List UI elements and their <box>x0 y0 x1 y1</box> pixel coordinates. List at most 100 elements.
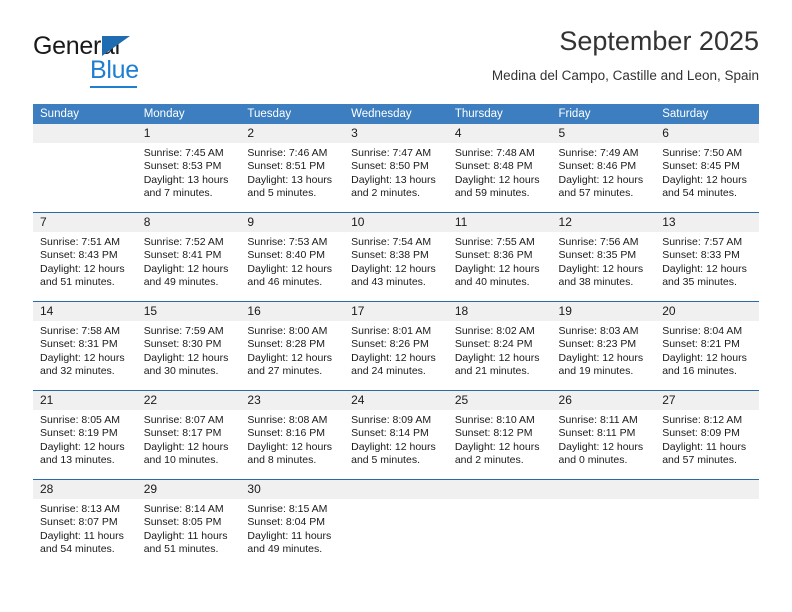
calendar-week-row: 14 Sunrise: 7:58 AM Sunset: 8:31 PM Dayligh… <box>33 301 759 391</box>
day-number: 6 <box>655 124 759 143</box>
day-detail-line: Sunset: 8:14 PM <box>351 427 429 440</box>
day-detail-line: and 32 minutes. <box>40 365 115 378</box>
day-cell-inner: 3 Sunrise: 7:47 AM Sunset: 8:50 PM Daylight… <box>344 124 448 212</box>
calendar-day-cell[interactable]: 23 Sunrise: 8:08 AM Sunset: 8:16 PM Dayligh… <box>240 390 345 480</box>
day-cell-inner: 21 Sunrise: 8:05 AM Sunset: 8:19 PM Dayligh… <box>33 391 137 479</box>
calendar-day-cell[interactable]: 10 Sunrise: 7:54 AM Sunset: 8:38 PM Dayligh… <box>344 212 448 302</box>
day-detail-line: Sunset: 8:38 PM <box>351 249 429 262</box>
day-detail-line: and 16 minutes. <box>662 365 737 378</box>
day-detail-line: Daylight: 12 hours <box>351 351 436 364</box>
calendar-day-cell[interactable]: 22 Sunrise: 8:07 AM Sunset: 8:17 PM Dayligh… <box>136 390 241 480</box>
day-detail-line: Sunset: 8:50 PM <box>351 160 429 173</box>
day-detail-line: Sunrise: 7:49 AM <box>558 147 639 159</box>
calendar-day-cell[interactable]: 20 Sunrise: 8:04 AM Sunset: 8:21 PM Dayligh… <box>655 301 759 391</box>
day-detail-line: and 10 minutes. <box>143 454 219 467</box>
calendar-day-cell[interactable]: 13 Sunrise: 7:57 AM Sunset: 8:33 PM Dayligh… <box>655 212 759 302</box>
calendar-day-cell[interactable]: 19 Sunrise: 8:03 AM Sunset: 8:23 PM Dayligh… <box>551 301 656 391</box>
day-detail-line: Sunset: 8:17 PM <box>143 427 222 440</box>
day-detail-line: Daylight: 12 hours <box>454 440 540 453</box>
day-details: Sunrise: 8:02 AM Sunset: 8:24 PM Daylight:… <box>448 321 552 379</box>
day-cell-inner: 9 Sunrise: 7:53 AM Sunset: 8:40 PM Daylight… <box>240 213 345 301</box>
calendar-day-cell[interactable]: 21 Sunrise: 8:05 AM Sunset: 8:19 PM Dayligh… <box>33 390 137 480</box>
day-details: Sunrise: 8:04 AM Sunset: 8:21 PM Daylight:… <box>655 321 759 379</box>
weekday-header-monday: Monday <box>136 104 241 124</box>
calendar-day-cell[interactable]: 4 Sunrise: 7:48 AM Sunset: 8:48 PM Daylight… <box>447 124 552 213</box>
day-number: 24 <box>344 391 448 410</box>
day-detail-line: Daylight: 11 hours <box>247 529 332 542</box>
day-detail-line: Sunrise: 8:10 AM <box>454 414 535 426</box>
day-detail-line: and 49 minutes. <box>247 543 323 556</box>
day-number: 29 <box>136 480 241 499</box>
day-cell-inner: 30 Sunrise: 8:15 AM Sunset: 8:04 PM Dayligh… <box>240 480 345 568</box>
generalblue-logo[interactable]: General Blue <box>33 32 263 88</box>
day-detail-line: and 40 minutes. <box>454 276 530 289</box>
calendar-day-cell[interactable]: 6 Sunrise: 7:50 AM Sunset: 8:45 PM Daylight… <box>655 124 759 213</box>
calendar-day-cell[interactable]: 9 Sunrise: 7:53 AM Sunset: 8:40 PM Daylight… <box>240 212 345 302</box>
day-number: 7 <box>33 213 137 232</box>
day-details: Sunrise: 7:49 AM Sunset: 8:46 PM Daylight:… <box>552 143 656 201</box>
day-detail-line: Sunset: 8:46 PM <box>558 160 637 173</box>
day-detail-line: Sunset: 8:51 PM <box>247 160 326 173</box>
day-detail-line: Daylight: 12 hours <box>558 351 644 364</box>
calendar-day-cell[interactable]: 28 Sunrise: 8:13 AM Sunset: 8:07 PM Dayligh… <box>33 479 137 568</box>
day-details: Sunrise: 7:59 AM Sunset: 8:30 PM Daylight:… <box>137 321 241 379</box>
day-detail-line: Sunset: 8:11 PM <box>558 427 636 440</box>
day-detail-line: Daylight: 12 hours <box>662 351 747 364</box>
calendar-day-cell[interactable]: 14 Sunrise: 7:58 AM Sunset: 8:31 PM Dayligh… <box>33 301 137 391</box>
day-cell-inner: 26 Sunrise: 8:11 AM Sunset: 8:11 PM Dayligh… <box>551 391 656 479</box>
day-detail-line: and 59 minutes. <box>454 187 530 200</box>
day-detail-line: Daylight: 12 hours <box>247 351 333 364</box>
day-detail-line: Daylight: 12 hours <box>143 440 229 453</box>
calendar-day-cell[interactable]: 12 Sunrise: 7:56 AM Sunset: 8:35 PM Dayligh… <box>551 212 656 302</box>
calendar-day-cell[interactable]: 11 Sunrise: 7:55 AM Sunset: 8:36 PM Dayligh… <box>447 212 552 302</box>
day-detail-line: Sunrise: 8:11 AM <box>558 414 638 426</box>
day-detail-line: Sunrise: 7:57 AM <box>662 236 743 248</box>
day-number: 28 <box>33 480 137 499</box>
calendar-day-cell[interactable]: 30 Sunrise: 8:15 AM Sunset: 8:04 PM Dayligh… <box>240 479 345 568</box>
day-cell-inner <box>655 480 759 568</box>
day-detail-line: Sunrise: 7:58 AM <box>40 325 120 337</box>
calendar-day-cell[interactable]: 8 Sunrise: 7:52 AM Sunset: 8:41 PM Daylight… <box>136 212 241 302</box>
day-number: 11 <box>447 213 552 232</box>
day-cell-inner: 11 Sunrise: 7:55 AM Sunset: 8:36 PM Dayligh… <box>447 213 552 301</box>
day-detail-line: Sunset: 8:35 PM <box>558 249 637 262</box>
calendar-day-cell[interactable]: 27 Sunrise: 8:12 AM Sunset: 8:09 PM Dayligh… <box>655 390 759 480</box>
calendar-day-cell[interactable]: 1 Sunrise: 7:45 AM Sunset: 8:53 PM Daylight… <box>136 124 241 213</box>
day-detail-line: Daylight: 12 hours <box>40 351 125 364</box>
calendar-day-cell[interactable]: 2 Sunrise: 7:46 AM Sunset: 8:51 PM Daylight… <box>240 124 345 213</box>
day-cell-inner: 12 Sunrise: 7:56 AM Sunset: 8:35 PM Dayligh… <box>551 213 656 301</box>
day-detail-line: Sunset: 8:36 PM <box>454 249 533 262</box>
weekday-header-saturday: Saturday <box>655 104 759 124</box>
calendar-day-cell[interactable]: 15 Sunrise: 7:59 AM Sunset: 8:30 PM Dayligh… <box>136 301 241 391</box>
calendar-day-cell[interactable]: 18 Sunrise: 8:02 AM Sunset: 8:24 PM Dayligh… <box>447 301 552 391</box>
calendar-day-cell[interactable]: 17 Sunrise: 8:01 AM Sunset: 8:26 PM Dayligh… <box>344 301 448 391</box>
day-detail-line: Sunset: 8:30 PM <box>143 338 222 351</box>
day-detail-line: and 5 minutes. <box>247 187 317 200</box>
weekday-header-wednesday: Wednesday <box>344 104 448 124</box>
day-detail-line: Daylight: 13 hours <box>351 173 436 186</box>
day-details <box>448 499 552 503</box>
calendar-day-cell[interactable]: 29 Sunrise: 8:14 AM Sunset: 8:05 PM Dayligh… <box>136 479 241 568</box>
calendar-day-cell[interactable]: 24 Sunrise: 8:09 AM Sunset: 8:14 PM Dayligh… <box>344 390 448 480</box>
day-details: Sunrise: 8:03 AM Sunset: 8:23 PM Daylight:… <box>552 321 656 379</box>
day-details: Sunrise: 7:48 AM Sunset: 8:48 PM Daylight:… <box>448 143 552 201</box>
weekday-header-friday: Friday <box>551 104 656 124</box>
day-detail-line: and 13 minutes. <box>40 454 115 467</box>
day-details: Sunrise: 8:07 AM Sunset: 8:17 PM Daylight:… <box>137 410 241 468</box>
calendar-day-cell[interactable]: 26 Sunrise: 8:11 AM Sunset: 8:11 PM Dayligh… <box>551 390 656 480</box>
calendar-day-cell[interactable]: 3 Sunrise: 7:47 AM Sunset: 8:50 PM Daylight… <box>344 124 448 213</box>
calendar-day-cell[interactable]: 25 Sunrise: 8:10 AM Sunset: 8:12 PM Dayligh… <box>447 390 552 480</box>
day-cell-inner: 24 Sunrise: 8:09 AM Sunset: 8:14 PM Dayligh… <box>344 391 448 479</box>
day-detail-line: and 54 minutes. <box>662 187 737 200</box>
day-cell-inner <box>33 124 137 212</box>
calendar-day-cell[interactable]: 7 Sunrise: 7:51 AM Sunset: 8:43 PM Daylight… <box>33 212 137 302</box>
day-number <box>344 480 448 499</box>
day-detail-line: Daylight: 12 hours <box>351 262 436 275</box>
day-details: Sunrise: 7:52 AM Sunset: 8:41 PM Daylight:… <box>137 232 241 290</box>
day-number: 5 <box>551 124 656 143</box>
calendar-day-cell[interactable]: 16 Sunrise: 8:00 AM Sunset: 8:28 PM Dayligh… <box>240 301 345 391</box>
calendar-day-cell[interactable]: 5 Sunrise: 7:49 AM Sunset: 8:46 PM Daylight… <box>551 124 656 213</box>
day-detail-line: Daylight: 11 hours <box>662 440 747 453</box>
day-detail-line: and 19 minutes. <box>558 365 634 378</box>
calendar-page: General Blue September 2025 Medina del C… <box>0 0 792 612</box>
